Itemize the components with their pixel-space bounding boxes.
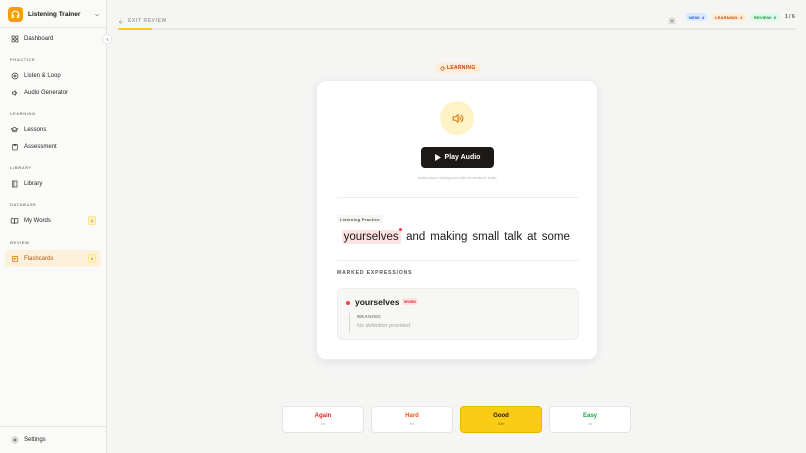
sentence-word[interactable]: small — [472, 231, 499, 243]
open-book-icon — [10, 216, 19, 225]
sidebar-item-dashboard[interactable]: Dashboard — [5, 30, 101, 47]
rate-hard-button[interactable]: Hard 5m — [371, 406, 453, 433]
brand[interactable]: Listening Trainer — [8, 6, 100, 22]
count-badge: 1 — [88, 216, 96, 225]
rate-interval: 4d — [588, 422, 592, 426]
progress-fill — [118, 28, 152, 30]
sidebar-item-label: My Words — [24, 217, 51, 224]
sidebar: Listening Trainer Dashboard PRACTICE Lis… — [0, 0, 107, 453]
sidebar-item-library[interactable]: Library — [5, 175, 101, 192]
sentence-word[interactable]: and — [406, 231, 425, 243]
sentence-word[interactable]: at — [527, 231, 537, 243]
divider — [349, 313, 350, 333]
expression-item: yourselves WORD MEANING No definition pr… — [337, 288, 579, 340]
section-review: REVIEW — [10, 240, 30, 245]
sidebar-item-my-words[interactable]: My Words 1 — [5, 212, 101, 229]
expression-type-badge: WORD — [402, 298, 419, 305]
loop-icon — [10, 71, 19, 80]
refresh-icon — [440, 66, 445, 71]
sidebar-item-lessons[interactable]: Lessons — [5, 121, 101, 138]
rate-label: Hard — [405, 413, 419, 419]
sidebar-item-label: Settings — [24, 436, 46, 443]
book-icon — [10, 179, 19, 188]
learning-count-badge: LEARNING: 2 — [712, 13, 746, 21]
audio-hint: Audio plays in background with the sente… — [417, 176, 497, 180]
rate-label: Again — [314, 413, 332, 419]
divider — [337, 197, 579, 198]
marked-word-text: yourselves — [343, 231, 399, 243]
rate-interval: 5m — [409, 422, 415, 426]
play-icon — [434, 154, 441, 161]
rate-label: Easy — [582, 413, 597, 419]
sidebar-item-label: Flashcards — [24, 255, 54, 262]
new-count-badge: NEW: 4 — [686, 13, 708, 21]
count-badge: 1 — [88, 254, 96, 263]
section-library: LIBRARY — [10, 165, 32, 170]
sidebar-item-label: Lessons — [24, 126, 47, 133]
clipboard-icon — [10, 142, 19, 151]
meaning-text: No definition provided. — [357, 323, 412, 329]
chevron-down-icon[interactable] — [94, 5, 100, 23]
marked-expressions-heading: MARKED EXPRESSIONS — [337, 270, 413, 276]
divider — [337, 260, 579, 261]
sidebar-item-audio-generator[interactable]: Audio Generator — [5, 84, 101, 101]
chevron-left-icon — [105, 37, 108, 41]
play-audio-button[interactable]: Play Audio — [421, 147, 494, 168]
rate-interval: 1m — [320, 422, 326, 426]
graduation-cap-icon — [10, 125, 19, 134]
expression-word: yourselves — [355, 297, 400, 307]
progress-bar — [118, 28, 796, 30]
sentence-word[interactable]: making — [430, 231, 467, 243]
marked-dot — [346, 301, 350, 305]
sidebar-item-label: Assessment — [24, 143, 57, 150]
speaker-icon — [10, 88, 19, 97]
status-badge: LEARNING — [435, 63, 481, 73]
progress-count: 1 / 6 — [785, 14, 795, 20]
meaning-label: MEANING — [357, 314, 382, 319]
divider — [0, 426, 107, 427]
sidebar-item-label: Listen & Loop — [24, 72, 61, 79]
rate-easy-button[interactable]: Easy 4d — [549, 406, 631, 433]
review-count-badge: REVIEW: 0 — [751, 13, 780, 21]
sentence-word[interactable]: some — [542, 231, 570, 243]
status-label: LEARNING — [447, 65, 476, 71]
section-practice: PRACTICE — [10, 57, 36, 62]
rate-good-button[interactable]: Good 10m — [460, 406, 542, 433]
practice-tag: Listening Practice — [337, 215, 383, 223]
sidebar-item-label: Dashboard — [24, 35, 54, 42]
sidebar-item-label: Library — [24, 180, 43, 187]
exit-review-label: EXIT REVIEW — [128, 18, 167, 24]
gear-icon — [10, 435, 19, 444]
flashcard: Play Audio Audio plays in background wit… — [316, 80, 598, 360]
sidebar-item-flashcards[interactable]: Flashcards 1 — [5, 250, 101, 267]
headphones-logo-icon — [8, 6, 23, 22]
rate-label: Good — [493, 413, 509, 419]
play-audio-label: Play Audio — [444, 154, 481, 161]
sidebar-item-settings[interactable]: Settings — [5, 431, 101, 448]
section-database: DATABASE — [10, 202, 37, 207]
section-learning: LEARNING — [10, 111, 36, 116]
sidebar-item-label: Audio Generator — [24, 89, 69, 96]
app-title: Listening Trainer — [28, 10, 81, 18]
marked-dot — [399, 228, 402, 231]
rate-again-button[interactable]: Again 1m — [282, 406, 364, 433]
rate-interval: 10m — [497, 422, 505, 426]
sidebar-item-assessment[interactable]: Assessment — [5, 138, 101, 155]
sentence-word[interactable]: talk — [504, 231, 522, 243]
divider — [0, 27, 107, 28]
marked-word[interactable]: yourselves — [341, 228, 402, 244]
audio-speaker-icon[interactable] — [440, 101, 474, 135]
sidebar-item-listen-loop[interactable]: Listen & Loop — [5, 67, 101, 84]
dashboard-icon — [10, 34, 19, 43]
practice-sentence: yourselves and making small talk at some — [317, 228, 597, 244]
collapse-sidebar-button[interactable] — [102, 34, 112, 44]
cards-icon — [10, 254, 19, 263]
